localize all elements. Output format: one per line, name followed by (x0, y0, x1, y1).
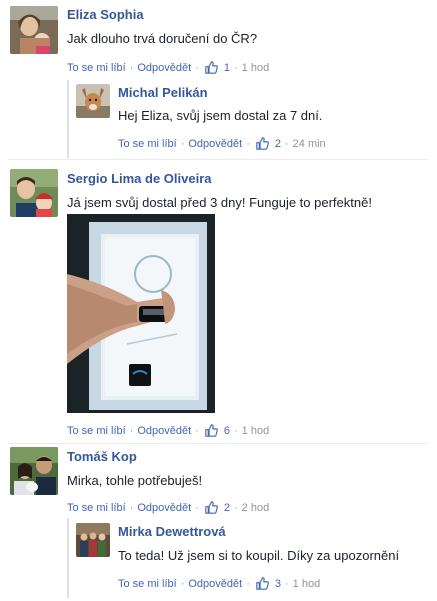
comment-author[interactable]: Tomáš Kop (67, 449, 137, 464)
separator: · (233, 424, 238, 437)
avatar[interactable] (10, 447, 58, 495)
reply-button[interactable]: Odpovědět (137, 502, 191, 514)
avatar[interactable] (10, 6, 58, 54)
timestamp[interactable]: 1 hod (242, 425, 270, 437)
thumbs-up-icon[interactable] (205, 424, 218, 437)
separator: · (246, 577, 250, 590)
comment-author[interactable]: Mirka Dewettrová (118, 524, 226, 539)
avatar[interactable] (76, 84, 110, 118)
reply-thread-line (67, 518, 69, 598)
attached-photo[interactable] (67, 214, 215, 413)
timestamp[interactable]: 2 hod (242, 502, 270, 514)
timestamp[interactable]: 24 min (293, 138, 326, 150)
thumbs-up-icon[interactable] (256, 137, 269, 150)
like-count[interactable]: 1 (224, 62, 230, 74)
reply-button[interactable]: Odpovědět (188, 578, 242, 590)
separator: · (129, 424, 134, 437)
reply-button[interactable]: Odpovědět (188, 138, 242, 150)
separator: · (195, 424, 199, 437)
reply-button[interactable]: Odpovědět (137, 425, 191, 437)
like-button[interactable]: To se mi líbí (67, 62, 126, 74)
like-count[interactable]: 2 (275, 138, 281, 150)
thumbs-up-icon[interactable] (205, 501, 218, 514)
avatar[interactable] (76, 523, 110, 557)
comment-divider (8, 443, 428, 444)
separator: · (246, 137, 250, 150)
like-button[interactable]: To se mi líbí (67, 425, 126, 437)
separator: · (284, 137, 289, 150)
comment-text: Já jsem svůj dostal před 3 dny! Funguje … (67, 195, 372, 210)
separator: · (284, 577, 289, 590)
comment-text: Hej Eliza, svůj jsem dostal za 7 dní. (118, 108, 323, 123)
separator: · (180, 137, 185, 150)
like-count[interactable]: 3 (275, 578, 281, 590)
timestamp[interactable]: 1 hod (242, 62, 270, 74)
separator: · (233, 61, 238, 74)
comment-author[interactable]: Michal Pelikán (118, 85, 208, 100)
separator: · (129, 61, 134, 74)
like-button[interactable]: To se mi líbí (118, 138, 177, 150)
comment-actions: To se mi líbí · Odpovědět · 6 · 1 hod (67, 424, 269, 437)
comment-actions: To se mi líbí · Odpovědět · 3 · 1 hod (118, 577, 320, 590)
separator: · (195, 501, 199, 514)
timestamp[interactable]: 1 hod (293, 578, 321, 590)
comment-divider (8, 159, 428, 160)
comment-actions: To se mi líbí · Odpovědět · 2 · 2 hod (67, 501, 269, 514)
comment-text: To teda! Už jsem si to koupil. Díky za u… (118, 548, 400, 563)
comment-actions: To se mi líbí · Odpovědět · 2 · 24 min (118, 137, 326, 150)
like-button[interactable]: To se mi líbí (118, 578, 177, 590)
thumbs-up-icon[interactable] (205, 61, 218, 74)
comment-actions: To se mi líbí · Odpovědět · 1 · 1 hod (67, 61, 269, 74)
separator: · (195, 61, 199, 74)
reply-thread-line (67, 80, 69, 158)
separator: · (180, 577, 185, 590)
comment-author[interactable]: Sergio Lima de Oliveira (67, 171, 212, 186)
like-button[interactable]: To se mi líbí (67, 502, 126, 514)
separator: · (233, 501, 238, 514)
comment-author[interactable]: Eliza Sophia (67, 7, 144, 22)
like-count[interactable]: 6 (224, 425, 230, 437)
comment-text: Jak dlouho trvá doručení do ČR? (67, 31, 258, 46)
like-count[interactable]: 2 (224, 502, 230, 514)
comment-text: Mirka, tohle potřebuješ! (67, 473, 203, 488)
separator: · (129, 501, 134, 514)
reply-button[interactable]: Odpovědět (137, 62, 191, 74)
thumbs-up-icon[interactable] (256, 577, 269, 590)
avatar[interactable] (10, 169, 58, 217)
